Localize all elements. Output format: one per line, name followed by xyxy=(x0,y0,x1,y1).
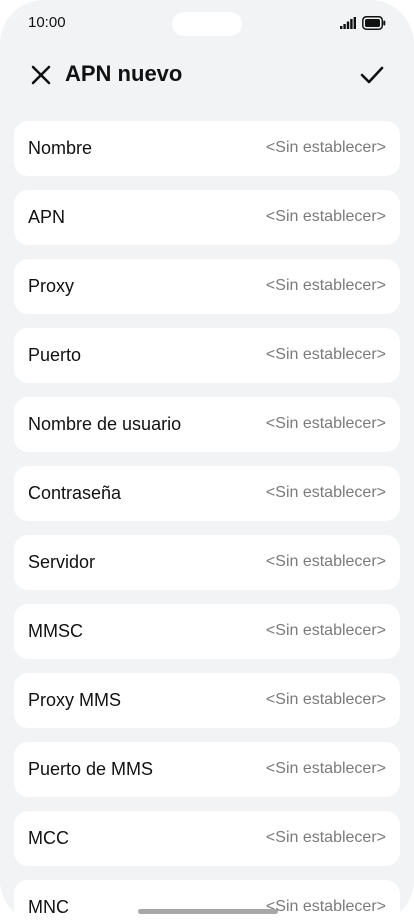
field-row-mmsc[interactable]: MMSC <Sin establecer> xyxy=(14,604,400,659)
field-row-nombre-de-usuario[interactable]: Nombre de usuario <Sin establecer> xyxy=(14,397,400,452)
field-label: Nombre xyxy=(28,138,93,158)
field-value: <Sin establecer> xyxy=(265,622,386,639)
field-label: Servidor xyxy=(28,552,96,572)
field-row-puerto[interactable]: Puerto <Sin establecer> xyxy=(14,328,400,383)
field-value: <Sin establecer> xyxy=(265,208,386,225)
apn-field-list: Nombre <Sin establecer> APN <Sin estable… xyxy=(14,121,400,924)
battery-icon xyxy=(362,16,386,30)
field-label: Proxy MMS xyxy=(28,690,122,710)
field-row-mnc[interactable]: MNC <Sin establecer> xyxy=(14,880,400,924)
field-label: MCC xyxy=(28,828,69,848)
home-indicator[interactable] xyxy=(138,909,278,914)
status-bar: 10:00 xyxy=(0,0,414,48)
field-value: <Sin establecer> xyxy=(265,691,386,708)
field-value: <Sin establecer> xyxy=(265,760,386,777)
field-value: <Sin establecer> xyxy=(265,346,386,363)
field-row-contrasena[interactable]: Contraseña <Sin establecer> xyxy=(14,466,400,521)
field-label: Puerto xyxy=(28,345,82,365)
field-row-mcc[interactable]: MCC <Sin establecer> xyxy=(14,811,400,866)
field-value: <Sin establecer> xyxy=(265,829,386,846)
signal-icon xyxy=(340,17,356,29)
camera-pill xyxy=(172,12,242,36)
field-label: MMSC xyxy=(28,621,83,641)
field-row-proxy[interactable]: Proxy <Sin establecer> xyxy=(14,259,400,314)
field-row-apn[interactable]: APN <Sin establecer> xyxy=(14,190,400,245)
field-value: <Sin establecer> xyxy=(265,415,386,432)
field-row-proxy-mms[interactable]: Proxy MMS <Sin establecer> xyxy=(14,673,400,728)
field-value: <Sin establecer> xyxy=(265,139,386,156)
close-icon[interactable] xyxy=(28,62,54,88)
field-row-puerto-de-mms[interactable]: Puerto de MMS <Sin establecer> xyxy=(14,742,400,797)
field-label: Nombre de usuario xyxy=(28,414,182,434)
field-label: Contraseña xyxy=(28,483,122,503)
page-title: APN nuevo xyxy=(65,61,183,86)
field-row-servidor[interactable]: Servidor <Sin establecer> xyxy=(14,535,400,590)
phone-screen: 10:00 APN nuevo Nombre <Sin establecer> xyxy=(0,0,414,924)
field-value: <Sin establecer> xyxy=(265,553,386,570)
field-value: <Sin establecer> xyxy=(265,484,386,501)
field-value: <Sin establecer> xyxy=(265,277,386,294)
field-label: Proxy xyxy=(28,276,75,296)
field-value: <Sin establecer> xyxy=(265,898,386,915)
field-label: Puerto de MMS xyxy=(28,759,154,779)
status-time: 10:00 xyxy=(28,14,66,31)
app-header: APN nuevo xyxy=(0,48,414,104)
field-row-nombre[interactable]: Nombre <Sin establecer> xyxy=(14,121,400,176)
check-icon[interactable] xyxy=(358,62,386,88)
field-label: MNC xyxy=(28,897,69,917)
field-label: APN xyxy=(28,207,66,227)
